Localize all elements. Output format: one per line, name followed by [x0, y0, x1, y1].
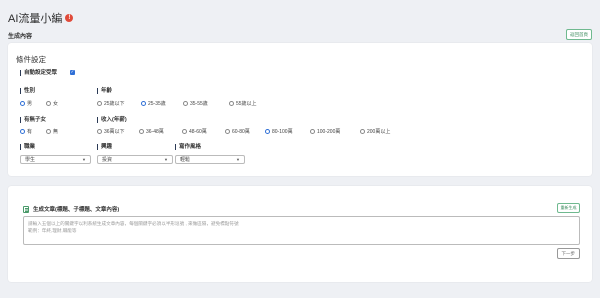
income-option-6[interactable]: 100-200萬 — [310, 128, 340, 135]
style-select[interactable]: 輕鬆 ▼ — [175, 155, 245, 164]
generate-title: 生成文章(標題、子標題、文章內容) — [23, 205, 119, 213]
generate-card: 生成文章(標題、子標題、文章內容) 重新生成 請輸入五個以上的關鍵字以利系統生成… — [8, 186, 592, 282]
textarea-placeholder-line1: 請輸入五個以上的關鍵字以利系統生成文章內容，每個關鍵字必須以半形逗號 , 來做區… — [28, 221, 239, 226]
children-option-no[interactable]: 無 — [46, 128, 58, 135]
radio-icon — [360, 129, 365, 134]
income-option-3[interactable]: 48-60萬 — [182, 128, 207, 135]
style-label: 寫作風格 — [175, 144, 201, 150]
age-option-label: 25-35歲 — [148, 101, 166, 107]
age-option-label: 35-55歲 — [190, 101, 208, 107]
children-option-yes[interactable]: 有 — [20, 128, 32, 135]
children-option-label: 有 — [27, 129, 33, 135]
chevron-down-icon: ▼ — [164, 157, 168, 162]
radio-icon — [310, 129, 315, 134]
radio-icon — [183, 101, 188, 106]
gender-label: 性別 — [20, 88, 35, 94]
radio-icon — [229, 101, 234, 106]
radio-icon — [139, 129, 144, 134]
age-option-1[interactable]: 25歲以下 — [97, 100, 125, 107]
radio-icon — [141, 101, 146, 106]
income-option-label: 80-100萬 — [272, 129, 293, 135]
age-option-label: 55歲以上 — [236, 101, 257, 107]
chevron-down-icon: ▼ — [82, 157, 86, 162]
chevron-down-icon: ▼ — [236, 157, 240, 162]
gender-option-female[interactable]: 女 — [46, 100, 58, 107]
app-title-text: AI流量小編 — [8, 13, 63, 25]
conditions-card: 條件設定 自動設定受眾 性別 男 女 年齡 25歲以下 25-35歲 35-55… — [8, 43, 592, 176]
alert-icon[interactable]: ! — [65, 14, 74, 22]
income-option-7[interactable]: 200萬以上 — [360, 128, 390, 135]
income-option-label: 48-60萬 — [189, 129, 207, 135]
children-label: 有無子女 — [20, 117, 46, 123]
regenerate-button[interactable]: 重新生成 — [557, 203, 580, 213]
radio-icon — [265, 129, 270, 134]
age-option-2[interactable]: 25-35歲 — [141, 100, 166, 107]
age-option-label: 25歲以下 — [104, 101, 125, 107]
children-option-label: 無 — [53, 129, 59, 135]
radio-icon — [20, 101, 25, 106]
income-option-label: 60-80萬 — [232, 129, 250, 135]
income-option-label: 36-48萬 — [146, 129, 164, 135]
section-title: 生成內容 — [8, 34, 33, 40]
gender-option-label: 男 — [27, 101, 33, 107]
auto-audience-label: 自動設定受眾 — [20, 70, 57, 76]
radio-icon — [97, 129, 102, 134]
gender-option-male[interactable]: 男 — [20, 100, 32, 107]
income-option-label: 100-200萬 — [317, 129, 341, 135]
radio-icon — [97, 101, 102, 106]
job-select-value: 學生 — [25, 157, 36, 163]
radio-icon — [20, 129, 25, 134]
keywords-textarea[interactable]: 請輸入五個以上的關鍵字以利系統生成文章內容，每個關鍵字必須以半形逗號 , 來做區… — [23, 216, 580, 245]
radio-icon — [46, 129, 51, 134]
income-option-5[interactable]: 80-100萬 — [265, 128, 293, 135]
gender-option-label: 女 — [53, 101, 59, 107]
interest-select-value: 投資 — [102, 157, 113, 163]
generate-title-text: 生成文章(標題、子標題、文章內容) — [33, 207, 120, 213]
radio-icon — [225, 129, 230, 134]
income-option-1[interactable]: 36萬以下 — [97, 128, 125, 135]
income-option-label: 36萬以下 — [104, 129, 125, 135]
income-option-4[interactable]: 60-80萬 — [225, 128, 250, 135]
app-title: AI流量小編 ! — [8, 10, 74, 26]
age-option-4[interactable]: 55歲以上 — [229, 100, 257, 107]
next-step-button[interactable]: 下一步 — [556, 248, 580, 259]
textarea-placeholder-line2: 範例：年終,理財,職能等 — [28, 228, 77, 233]
income-label: 收入(年薪) — [97, 117, 127, 123]
job-label: 職業 — [20, 144, 35, 150]
age-option-3[interactable]: 35-55歲 — [183, 100, 208, 107]
document-icon — [23, 205, 29, 213]
back-home-button[interactable]: 返回首頁 — [566, 29, 592, 40]
auto-audience-checkbox[interactable] — [70, 69, 75, 75]
age-label: 年齡 — [97, 88, 112, 94]
income-option-label: 200萬以上 — [367, 129, 391, 135]
conditions-title: 條件設定 — [16, 55, 46, 64]
style-select-value: 輕鬆 — [180, 157, 191, 163]
income-option-2[interactable]: 36-48萬 — [139, 128, 164, 135]
interest-label: 興趣 — [97, 144, 112, 150]
radio-icon — [182, 129, 187, 134]
job-select[interactable]: 學生 ▼ — [20, 155, 91, 164]
radio-icon — [46, 101, 51, 106]
interest-select[interactable]: 投資 ▼ — [97, 155, 173, 164]
